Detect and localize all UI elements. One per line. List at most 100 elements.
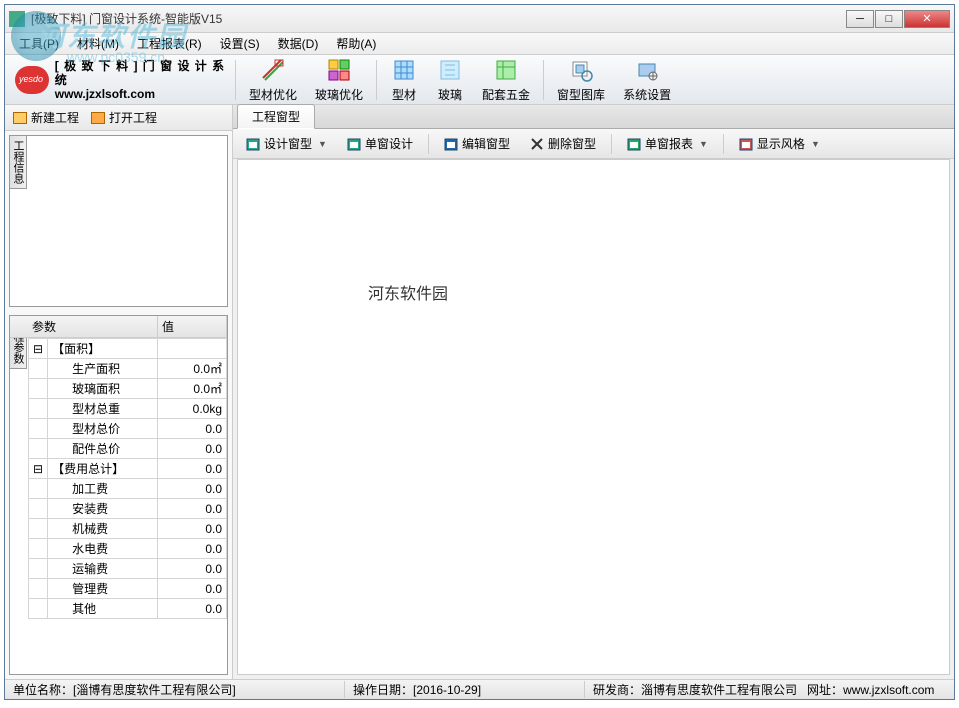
param-row[interactable]: 配件总价0.0 <box>29 439 227 459</box>
app-window: 河东软件园 www.pc0359.cn [极致下料] 门窗设计系统-智能版V15… <box>4 4 955 700</box>
tree-spacer <box>29 499 48 519</box>
param-row[interactable]: 生产面积0.0㎡ <box>29 359 227 379</box>
param-row[interactable]: ⊟【费用总计】0.0 <box>29 459 227 479</box>
menu-material[interactable]: 材料(M) <box>69 33 127 54</box>
tree-spacer <box>29 399 48 419</box>
close-button[interactable]: ✕ <box>904 10 950 28</box>
param-row[interactable]: 机械费0.0 <box>29 519 227 539</box>
status-company: 单位名称：[淄博有思度软件工程有限公司] <box>5 681 345 698</box>
param-row[interactable]: 安装费0.0 <box>29 499 227 519</box>
param-value: 0.0 <box>158 459 227 479</box>
param-row[interactable]: 其他0.0 <box>29 599 227 619</box>
window-title: [极致下料] 门窗设计系统-智能版V15 <box>31 10 846 27</box>
delete-window-label: 删除窗型 <box>548 135 596 152</box>
param-row[interactable]: 玻璃面积0.0㎡ <box>29 379 227 399</box>
glass-label: 玻璃 <box>438 86 462 103</box>
parameter-panel: 工程参数 参数 值 ⊟【面积】生产面积0.0㎡玻璃面积0.0㎡型材总重0.0kg… <box>9 315 228 675</box>
profile-optimize-label: 型材优化 <box>249 86 297 103</box>
separator <box>376 60 377 100</box>
open-project-button[interactable]: 打开工程 <box>91 109 157 126</box>
param-row[interactable]: 水电费0.0 <box>29 539 227 559</box>
single-report-label: 单窗报表 <box>645 135 693 152</box>
profile-button[interactable]: 型材 <box>381 53 427 106</box>
param-value[interactable]: 0.0kg <box>158 399 227 419</box>
design-window-label: 设计窗型 <box>264 135 312 152</box>
new-project-label: 新建工程 <box>31 109 79 126</box>
window-library-icon <box>567 56 595 84</box>
param-row[interactable]: ⊟【面积】 <box>29 339 227 359</box>
single-report-button[interactable]: 单窗报表▼ <box>620 132 715 155</box>
menu-help[interactable]: 帮助(A) <box>328 33 384 54</box>
param-value[interactable]: 0.0 <box>158 479 227 499</box>
menu-settings[interactable]: 设置(S) <box>212 33 268 54</box>
tree-spacer <box>29 599 48 619</box>
separator <box>428 134 429 154</box>
main-area: 新建工程 打开工程 工程信息 工程参数 参数 值 ⊟【面积】生产面积0.0㎡玻璃… <box>5 105 954 679</box>
left-toolbar: 新建工程 打开工程 <box>5 105 232 131</box>
param-value[interactable]: 0.0㎡ <box>158 359 227 379</box>
display-style-button[interactable]: 显示风格▼ <box>732 132 827 155</box>
menu-data[interactable]: 数据(D) <box>270 33 327 54</box>
param-header-value[interactable]: 值 <box>158 316 227 337</box>
param-value[interactable]: 0.0 <box>158 439 227 459</box>
canvas-watermark: 河东软件园 <box>368 280 448 304</box>
design-window-icon <box>246 137 260 151</box>
param-row[interactable]: 运输费0.0 <box>29 559 227 579</box>
minimize-button[interactable]: ─ <box>846 10 874 28</box>
param-row[interactable]: 管理费0.0 <box>29 579 227 599</box>
glass-optimize-button[interactable]: 玻璃优化 <box>306 53 372 106</box>
tree-spacer <box>29 479 48 499</box>
system-settings-button[interactable]: 系统设置 <box>614 53 680 106</box>
menu-bar: 工具(P) 材料(M) 工程报表(R) 设置(S) 数据(D) 帮助(A) <box>5 33 954 55</box>
tab-strip: 工程窗型 <box>233 105 954 129</box>
param-name: 玻璃面积 <box>48 379 158 399</box>
separator <box>611 134 612 154</box>
param-name: 型材总价 <box>48 419 158 439</box>
profile-optimize-button[interactable]: 型材优化 <box>240 53 306 106</box>
hardware-button[interactable]: 配套五金 <box>473 53 539 106</box>
dropdown-icon: ▼ <box>811 139 820 149</box>
param-value[interactable]: 0.0 <box>158 579 227 599</box>
app-icon <box>9 11 25 27</box>
param-value[interactable]: 0.0 <box>158 499 227 519</box>
window-library-button[interactable]: 窗型图库 <box>548 53 614 106</box>
expand-toggle[interactable]: ⊟ <box>29 339 48 359</box>
single-design-button[interactable]: 单窗设计 <box>340 132 420 155</box>
tab-project-windows[interactable]: 工程窗型 <box>237 104 315 129</box>
edit-window-button[interactable]: 编辑窗型 <box>437 132 517 155</box>
param-value[interactable]: 0.0 <box>158 519 227 539</box>
param-value[interactable]: 0.0㎡ <box>158 379 227 399</box>
param-row[interactable]: 加工费0.0 <box>29 479 227 499</box>
design-window-button[interactable]: 设计窗型▼ <box>239 132 334 155</box>
tree-spacer <box>29 419 48 439</box>
param-value[interactable]: 0.0 <box>158 419 227 439</box>
delete-window-button[interactable]: 删除窗型 <box>523 132 603 155</box>
right-panel: 工程窗型 设计窗型▼单窗设计编辑窗型删除窗型单窗报表▼显示风格▼ 河东软件园 <box>233 105 954 679</box>
param-value[interactable]: 0.0 <box>158 599 227 619</box>
glass-button[interactable]: 玻璃 <box>427 53 473 106</box>
banner: [ 极 致 下 料 ] 门 窗 设 计 系 统 www.jzxlsoft.com… <box>5 55 954 105</box>
status-bar: 单位名称：[淄博有思度软件工程有限公司] 操作日期：[2016-10-29] 研… <box>5 679 954 699</box>
maximize-button[interactable]: □ <box>875 10 903 28</box>
vtab-project-info[interactable]: 工程信息 <box>9 135 27 189</box>
logo-icon <box>15 66 49 94</box>
param-name: 配件总价 <box>48 439 158 459</box>
menu-tools[interactable]: 工具(P) <box>11 33 67 54</box>
param-row[interactable]: 型材总重0.0kg <box>29 399 227 419</box>
param-header-name[interactable]: 参数 <box>28 316 158 337</box>
single-design-icon <box>347 137 361 151</box>
param-value[interactable]: 0.0 <box>158 539 227 559</box>
new-folder-icon <box>13 112 27 124</box>
project-tree[interactable]: 工程信息 <box>9 135 228 307</box>
tree-spacer <box>29 539 48 559</box>
param-name: 安装费 <box>48 499 158 519</box>
design-canvas[interactable]: 河东软件园 <box>237 159 950 675</box>
title-bar: [极致下料] 门窗设计系统-智能版V15 ─ □ ✕ <box>5 5 954 33</box>
expand-toggle[interactable]: ⊟ <box>29 459 48 479</box>
new-project-button[interactable]: 新建工程 <box>13 109 79 126</box>
param-row[interactable]: 型材总价0.0 <box>29 419 227 439</box>
profile-optimize-icon <box>259 56 287 84</box>
param-value[interactable]: 0.0 <box>158 559 227 579</box>
tree-spacer <box>29 379 48 399</box>
menu-report[interactable]: 工程报表(R) <box>129 33 210 54</box>
